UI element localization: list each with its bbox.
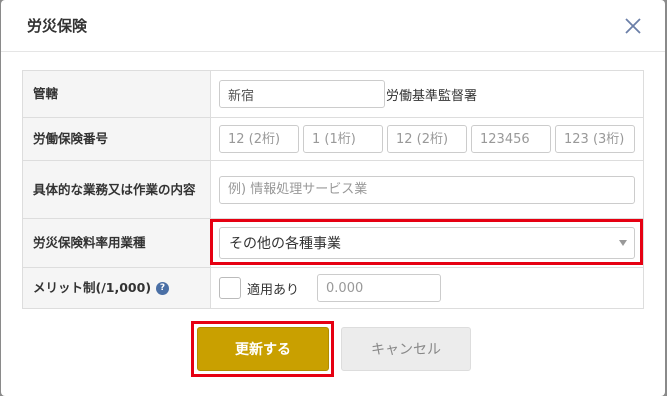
row-business-content: 具体的な業務又は作業の内容 bbox=[23, 161, 643, 219]
jurisdiction-label: 管轄 bbox=[23, 71, 211, 117]
update-button[interactable]: 更新する bbox=[197, 327, 329, 371]
insurance-number-cell bbox=[211, 118, 643, 160]
industry-type-select[interactable]: その他の各種事業 bbox=[219, 227, 635, 259]
insurance-number-part-4[interactable] bbox=[471, 125, 551, 153]
jurisdiction-cell: 労働基準監督署 bbox=[211, 71, 643, 117]
close-icon[interactable] bbox=[623, 16, 643, 36]
chevron-down-icon bbox=[619, 240, 627, 246]
merit-rate-input[interactable] bbox=[317, 274, 442, 302]
insurance-number-label: 労働保険番号 bbox=[23, 118, 211, 160]
merit-system-label-cell: メリット制(/1,000) ? bbox=[23, 268, 211, 308]
jurisdiction-input[interactable] bbox=[219, 80, 385, 108]
merit-applies-checkbox[interactable] bbox=[219, 277, 241, 299]
row-merit-system: メリット制(/1,000) ? 適用あり bbox=[23, 268, 643, 308]
merit-applies-label: 適用あり bbox=[247, 282, 300, 298]
help-icon[interactable]: ? bbox=[156, 281, 170, 295]
industry-type-cell: その他の各種事業 bbox=[211, 219, 643, 267]
jurisdiction-suffix: 労働基準監督署 bbox=[386, 88, 478, 104]
row-industry-type: 労災保険料率用業種 その他の各種事業 bbox=[23, 219, 643, 268]
business-content-input[interactable] bbox=[219, 175, 635, 204]
industry-type-selected: その他の各種事業 bbox=[229, 236, 341, 252]
insurance-number-part-3[interactable] bbox=[387, 125, 467, 153]
insurance-number-part-1[interactable] bbox=[219, 125, 299, 153]
business-content-label: 具体的な業務又は作業の内容 bbox=[23, 161, 211, 218]
merit-system-cell: 適用あり bbox=[211, 268, 643, 308]
industry-type-label: 労災保険料率用業種 bbox=[23, 219, 211, 267]
row-insurance-number: 労働保険番号 bbox=[23, 118, 643, 161]
modal-title: 労災保険 bbox=[27, 17, 88, 35]
insurance-number-part-5[interactable] bbox=[555, 125, 635, 153]
form-table: 管轄 労働基準監督署 労働保険番号 具体的な業務又は作業の内容 労災保険 bbox=[22, 70, 644, 309]
cancel-button[interactable]: キャンセル bbox=[341, 327, 471, 371]
insurance-number-part-2[interactable] bbox=[303, 125, 383, 153]
business-content-cell bbox=[211, 161, 643, 218]
merit-system-label: メリット制(/1,000) bbox=[33, 280, 152, 295]
modal-header: 労災保険 bbox=[1, 0, 665, 52]
labor-insurance-modal: 労災保険 管轄 労働基準監督署 労働保険番号 具体的な業務又は作業の bbox=[1, 0, 665, 396]
row-jurisdiction: 管轄 労働基準監督署 bbox=[23, 71, 643, 118]
